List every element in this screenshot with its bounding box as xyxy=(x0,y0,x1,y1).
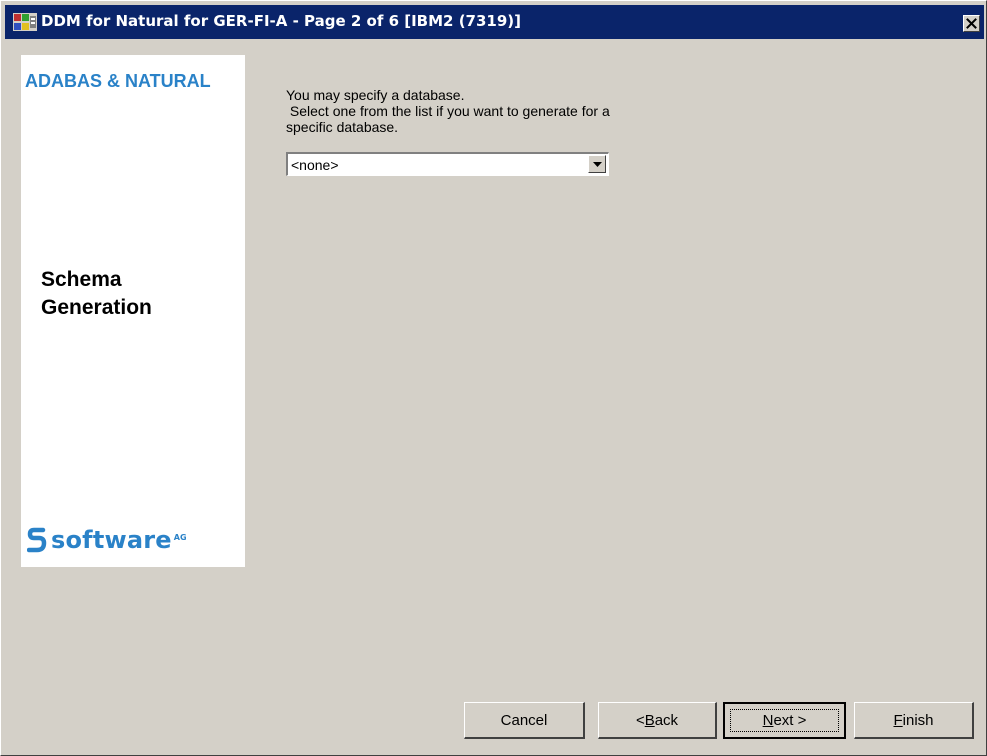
section-title: Schema Generation xyxy=(41,266,241,322)
finish-button[interactable]: Finish xyxy=(854,702,974,739)
title-bar[interactable]: DDM for Natural for GER-FI-A - Page 2 of… xyxy=(5,5,984,39)
software-ag-logo: software AG xyxy=(27,525,187,555)
ddm-app-icon[interactable] xyxy=(13,13,37,31)
back-label-mnemonic: B xyxy=(644,711,655,729)
section-title-line2: Generation xyxy=(41,296,152,319)
back-label-prefix: < xyxy=(635,711,645,729)
close-icon xyxy=(966,18,977,29)
prompt-line1: You may specify a database. xyxy=(286,87,465,103)
window-title: DDM for Natural for GER-FI-A - Page 2 of… xyxy=(41,12,522,30)
wizard-side-panel: ADABAS & NATURAL Schema Generation softw… xyxy=(21,55,245,567)
cancel-button[interactable]: Cancel xyxy=(464,702,585,739)
cancel-label-prefix: Cancel xyxy=(500,711,548,729)
prompt-line2: Select one from the list if you want to … xyxy=(286,103,610,119)
database-select-value: <none> xyxy=(291,157,339,173)
dialog-window: DDM for Natural for GER-FI-A - Page 2 of… xyxy=(0,0,987,756)
database-select[interactable]: <none> xyxy=(286,152,609,176)
close-button[interactable] xyxy=(963,15,980,32)
finish-label-mnemonic: F xyxy=(893,711,903,729)
database-prompt: You may specify a database. Select one f… xyxy=(286,87,726,135)
next-button[interactable]: Next > xyxy=(723,702,846,739)
database-select-dropdown-button[interactable] xyxy=(588,155,606,173)
prompt-line3: specific database. xyxy=(286,119,399,135)
software-ag-s-icon xyxy=(27,527,47,553)
chevron-down-icon xyxy=(592,161,602,167)
back-button[interactable]: < Back xyxy=(598,702,717,739)
brand-title: ADABAS & NATURAL xyxy=(25,71,211,91)
logo-suffix: AG xyxy=(173,533,187,542)
section-title-line1: Schema xyxy=(41,268,122,291)
logo-word: software xyxy=(51,526,172,554)
back-label-suffix: ack xyxy=(654,711,679,729)
finish-label-suffix: inish xyxy=(902,711,934,729)
next-focus-ring xyxy=(730,709,839,732)
